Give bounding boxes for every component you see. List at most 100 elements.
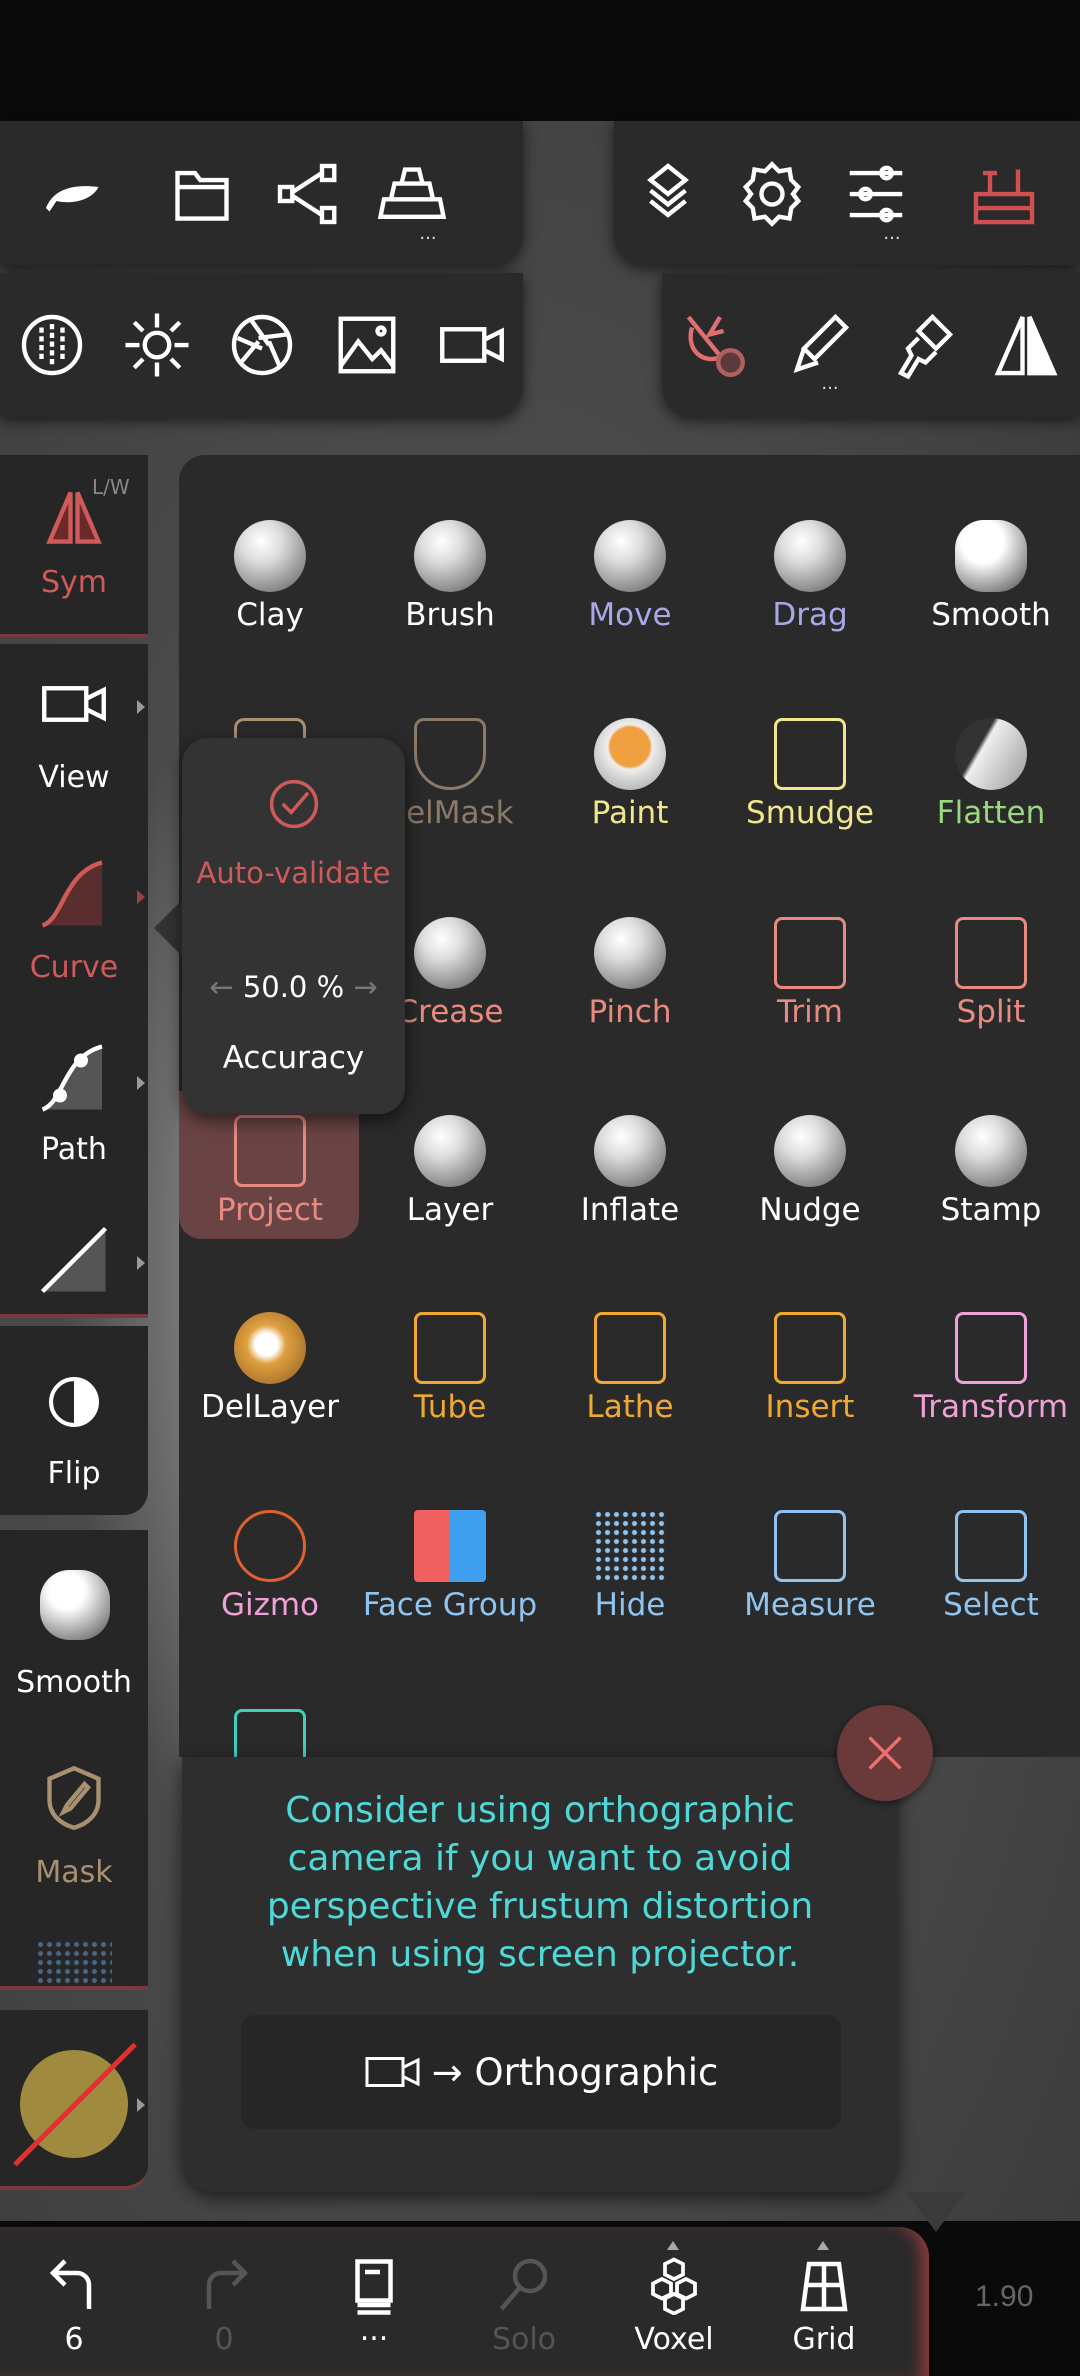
video-camera-icon[interactable] [437,310,507,380]
sun-icon[interactable] [122,310,192,380]
accuracy-slider[interactable]: ← 50.0 % → [182,970,405,1004]
tool-drag[interactable]: Drag [720,492,900,690]
project-icon [234,1115,306,1187]
tool-smooth[interactable]: Smooth [901,492,1080,690]
sidebar-tools-section: View Curve Path [0,644,148,1318]
gold-bars-icon[interactable] [377,159,447,229]
brush-color-button[interactable] [0,2010,148,2190]
mask-icon[interactable] [39,1763,109,1833]
paint-brush-icon[interactable] [783,310,853,380]
top-toolbar-left-2 [0,273,523,417]
tip-message: Consider using orthographic camera if yo… [266,1790,814,1975]
pinch-icon [594,917,666,989]
scene-label: ... [359,2313,389,2348]
tool-smudge[interactable]: Smudge [720,690,900,888]
orthographic-button[interactable]: → Orthographic [241,2015,841,2129]
contrast-icon [47,1375,101,1429]
folder-icon[interactable] [167,159,237,229]
inflate-icon [594,1115,666,1187]
tool-lathe[interactable]: Lathe [540,1284,720,1482]
tool-measure[interactable]: Measure [720,1482,900,1680]
tool-label: Stamp [940,1192,1042,1228]
toolbox-icon[interactable] [969,159,1039,229]
tool-transform[interactable]: Transform [901,1284,1080,1482]
split-icon [955,917,1027,989]
sidebar-item-view[interactable]: View [0,644,148,824]
tool-clay[interactable]: Clay [180,492,360,690]
tool-hide[interactable]: Hide [540,1482,720,1680]
selmask-icon [414,718,486,790]
tool-label: Select [943,1587,1039,1623]
path-label: Path [41,1132,107,1167]
line-tool-icon [39,1225,109,1295]
drag-icon [774,520,846,592]
tool-label: Split [956,994,1026,1030]
share-icon[interactable] [273,159,343,229]
crease-icon [414,917,486,989]
solo-button[interactable]: Solo [449,2227,599,2376]
decrease-arrow[interactable]: ← [209,970,233,1004]
tool-paint[interactable]: Paint [540,690,720,888]
insert-icon [774,1312,846,1384]
tool-project[interactable]: Project [180,1087,360,1285]
auto-validate-toggle[interactable]: Auto-validate [182,856,405,890]
mask-label[interactable]: Mask [0,1855,148,1890]
sidebar-item-path[interactable]: Path [0,1014,148,1204]
project-settings-icon[interactable] [678,310,748,380]
tube-icon [414,1312,486,1384]
tool-gizmo[interactable]: Gizmo [180,1482,360,1680]
sidebar-brush-section: Smooth Mask [0,1530,148,1990]
top-toolbar-right: ... [614,121,1080,265]
tool-label: Flatten [936,795,1046,831]
sym-label: Sym [40,565,108,600]
redo-button[interactable]: 0 [149,2227,299,2376]
undo-button[interactable]: 6 [0,2227,149,2376]
tool-label: Transform [913,1389,1069,1425]
sidebar-sym-section: L/W Sym [0,455,148,637]
tool-layer[interactable]: Layer [360,1087,540,1285]
tool-brush[interactable]: Brush [360,492,540,690]
voxel-button[interactable]: Voxel [599,2227,749,2376]
tool-insert[interactable]: Insert [720,1284,900,1482]
collapse-triangle[interactable] [906,2192,966,2232]
sidebar-item-line[interactable] [0,1204,148,1314]
bottom-toolbar: 6 0 ... Solo Voxel Grid [0,2227,929,2376]
tool-trim[interactable]: Trim [720,889,900,1087]
flatten-icon [955,718,1027,790]
tool-inflate[interactable]: Inflate [540,1087,720,1285]
symmetry-icon[interactable] [991,310,1061,380]
paint-roller-icon[interactable] [887,310,957,380]
layers-icon[interactable] [633,159,703,229]
sidebar-item-curve[interactable]: Curve [0,824,148,1014]
tool-tube[interactable]: Tube [360,1284,540,1482]
nomad-logo-icon[interactable] [39,159,109,229]
more-indicator: ... [883,223,901,244]
tool-stamp[interactable]: Stamp [901,1087,1080,1285]
lathe-icon [594,1312,666,1384]
increase-arrow[interactable]: → [353,970,377,1004]
tool-split[interactable]: Split [901,889,1080,1087]
matcap-icon[interactable] [17,310,87,380]
close-icon [868,1736,902,1770]
image-icon[interactable] [332,310,402,380]
redo-count: 0 [214,2322,234,2357]
tool-select[interactable]: Select [901,1482,1080,1680]
smooth-icon[interactable] [40,1570,110,1640]
check-circle-icon[interactable] [266,776,322,832]
tool-dellayer[interactable]: DelLayer [180,1284,360,1482]
scene-button[interactable]: ... [299,2227,449,2376]
aperture-icon[interactable] [227,310,297,380]
gear-icon[interactable] [737,159,807,229]
sidebar-item-flip[interactable]: Flip [0,1326,148,1515]
tool-pinch[interactable]: Pinch [540,889,720,1087]
tool-face-group[interactable]: Face Group [360,1482,540,1680]
grid-button[interactable]: Grid [749,2227,899,2376]
smooth-label[interactable]: Smooth [0,1665,148,1700]
tool-move[interactable]: Move [540,492,720,690]
tool-flatten[interactable]: Flatten [901,690,1080,888]
sidebar-item-sym[interactable]: L/W Sym [0,455,148,637]
sliders-icon[interactable] [841,159,911,229]
tool-nudge[interactable]: Nudge [720,1087,900,1285]
close-tip-button[interactable] [837,1705,933,1801]
accuracy-label: Accuracy [222,1040,365,1076]
